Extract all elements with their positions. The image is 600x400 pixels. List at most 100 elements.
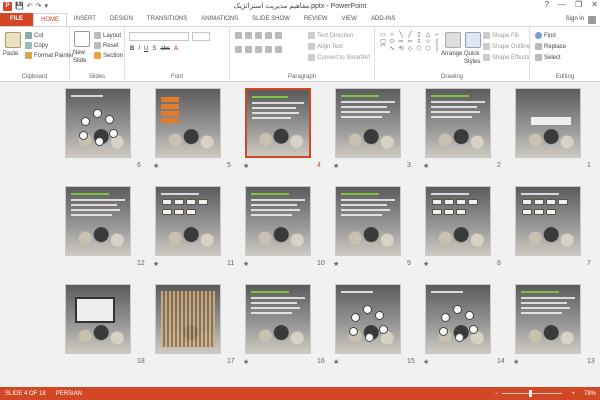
slide-thumbnail[interactable] xyxy=(155,284,221,354)
avatar[interactable] xyxy=(588,15,596,24)
slide-thumbnail[interactable] xyxy=(245,88,311,158)
transition-star-icon[interactable]: ★ xyxy=(423,260,429,268)
tab-transitions[interactable]: TRANSITIONS xyxy=(140,13,194,26)
tab-home[interactable]: HOME xyxy=(33,13,67,26)
tab-slide-show[interactable]: SLIDE SHOW xyxy=(245,13,297,26)
line-spacing-icon[interactable] xyxy=(275,32,282,39)
underline-icon[interactable]: U xyxy=(144,46,148,52)
slide-thumbnail[interactable] xyxy=(245,284,311,354)
shape-effects-button[interactable]: Shape Effects xyxy=(483,54,529,61)
transition-star-icon[interactable]: ★ xyxy=(513,358,519,366)
slide-number: 18 xyxy=(137,358,145,365)
transition-star-icon[interactable]: ★ xyxy=(153,260,159,268)
slide-thumbnail[interactable] xyxy=(65,186,131,256)
slide-thumbnail[interactable] xyxy=(425,88,491,158)
zoom-out-button[interactable]: − xyxy=(490,391,499,397)
slide-thumbnail[interactable] xyxy=(335,186,401,256)
bold-icon[interactable]: B xyxy=(130,46,134,52)
new-slide-button-label[interactable]: Slide xyxy=(73,58,86,64)
sign-in-link[interactable]: Sign in xyxy=(566,13,584,26)
columns-icon[interactable] xyxy=(275,46,282,53)
paste-button[interactable]: Paste xyxy=(3,51,18,57)
tab-animations[interactable]: ANIMATIONS xyxy=(194,13,245,26)
close-button[interactable]: ✕ xyxy=(591,0,598,9)
format-painter-button[interactable]: Format Painter xyxy=(25,52,74,59)
tab-add-ins[interactable]: ADD-INS xyxy=(364,13,403,26)
slide-thumbnail[interactable] xyxy=(65,284,131,354)
select-button[interactable]: Select xyxy=(535,54,561,61)
paste-icon[interactable] xyxy=(5,32,21,48)
transition-star-icon[interactable]: ★ xyxy=(153,162,159,170)
quick-styles-icon[interactable] xyxy=(465,32,481,48)
font-color-icon[interactable]: A xyxy=(174,46,178,52)
arrange-button[interactable]: Arrange xyxy=(441,51,462,57)
new-slide-button[interactable]: New xyxy=(73,50,85,56)
transition-star-icon[interactable]: ★ xyxy=(243,162,249,170)
layout-button[interactable]: Layout xyxy=(94,32,121,39)
tab-review[interactable]: REVIEW xyxy=(297,13,335,26)
increase-indent-icon[interactable] xyxy=(265,32,272,39)
find-button[interactable]: Find xyxy=(535,32,556,39)
quick-styles-button-label[interactable]: Styles xyxy=(464,59,480,65)
slide-thumbnail[interactable] xyxy=(515,284,581,354)
slide-thumbnail[interactable] xyxy=(425,186,491,256)
transition-star-icon[interactable]: ★ xyxy=(243,358,249,366)
slide-thumbnail[interactable] xyxy=(425,284,491,354)
convert-smartart-button[interactable]: Convert to SmartArt xyxy=(308,54,370,61)
zoom-in-button[interactable]: + xyxy=(566,391,575,397)
font-family-field[interactable] xyxy=(129,32,189,41)
justify-icon[interactable] xyxy=(265,46,272,53)
transition-star-icon[interactable]: ★ xyxy=(333,260,339,268)
slide-thumbnail[interactable] xyxy=(65,88,131,158)
cut-button[interactable]: Cut xyxy=(25,32,43,39)
reset-button[interactable]: Reset xyxy=(94,42,119,49)
transition-star-icon[interactable]: ★ xyxy=(423,358,429,366)
quick-styles-button[interactable]: Quick xyxy=(464,51,479,57)
maximize-button[interactable]: ❐ xyxy=(575,0,582,9)
align-left-icon[interactable] xyxy=(235,46,242,53)
slide-thumbnail[interactable] xyxy=(155,88,221,158)
slide-thumbnail[interactable] xyxy=(515,186,581,256)
slide-thumbnail[interactable] xyxy=(245,186,311,256)
numbering-icon[interactable] xyxy=(245,32,252,39)
italic-icon[interactable]: I xyxy=(138,46,140,52)
slide-thumbnail[interactable] xyxy=(335,284,401,354)
zoom-level[interactable]: 78% xyxy=(579,391,596,397)
align-center-icon[interactable] xyxy=(245,46,252,53)
copy-button[interactable]: Copy xyxy=(25,42,48,49)
arrange-icon[interactable] xyxy=(445,32,461,48)
new-slide-icon[interactable] xyxy=(74,31,90,47)
text-direction-button[interactable]: Text Direction xyxy=(308,32,353,39)
slide-thumbnail[interactable] xyxy=(155,186,221,256)
clipboard-group: Paste Cut Copy Format Painter Clipboard xyxy=(0,27,74,82)
align-text-button[interactable]: Align Text xyxy=(308,43,343,50)
replace-button[interactable]: Replace xyxy=(535,43,566,50)
transition-star-icon[interactable]: ★ xyxy=(423,162,429,170)
bullets-icon[interactable] xyxy=(235,32,242,39)
tab-file[interactable]: FILE xyxy=(0,13,33,26)
zoom-slider[interactable] xyxy=(502,390,563,397)
transition-star-icon[interactable]: ★ xyxy=(333,162,339,170)
tab-view[interactable]: VIEW xyxy=(335,13,364,26)
section-button[interactable]: Section xyxy=(94,52,123,59)
shadow-icon[interactable]: S xyxy=(152,46,156,52)
minimize-button[interactable]: — xyxy=(558,0,566,9)
slide-number: 2 xyxy=(497,162,501,169)
help-button[interactable]: ? xyxy=(545,0,549,9)
slide-thumbnail[interactable] xyxy=(515,88,581,158)
shape-fill-button[interactable]: Shape Fill xyxy=(483,32,519,39)
transition-star-icon[interactable]: ★ xyxy=(243,260,249,268)
slide-number: 17 xyxy=(227,358,235,365)
zoom-slider-thumb[interactable] xyxy=(529,390,533,397)
decrease-indent-icon[interactable] xyxy=(255,32,262,39)
strikethrough-icon[interactable]: abc xyxy=(160,46,170,52)
transition-star-icon[interactable]: ★ xyxy=(333,358,339,366)
shape-outline-button[interactable]: Shape Outline xyxy=(483,43,530,50)
align-right-icon[interactable] xyxy=(255,46,262,53)
slide-thumbnail[interactable] xyxy=(335,88,401,158)
tab-design[interactable]: DESIGN xyxy=(103,13,140,26)
shapes-gallery[interactable]: ▭ ○ ╲ ╱ ▯ △ ⌐ ▢ ⬭ ⇨ ⇦ ⇧ ☆{ ⌒ ∿ ⟲ ◇ ⬠ ⬡} xyxy=(379,32,441,52)
font-size-field[interactable] xyxy=(192,32,210,41)
language-indicator[interactable]: PERSIAN xyxy=(46,391,82,397)
tab-insert[interactable]: INSERT xyxy=(67,13,103,26)
